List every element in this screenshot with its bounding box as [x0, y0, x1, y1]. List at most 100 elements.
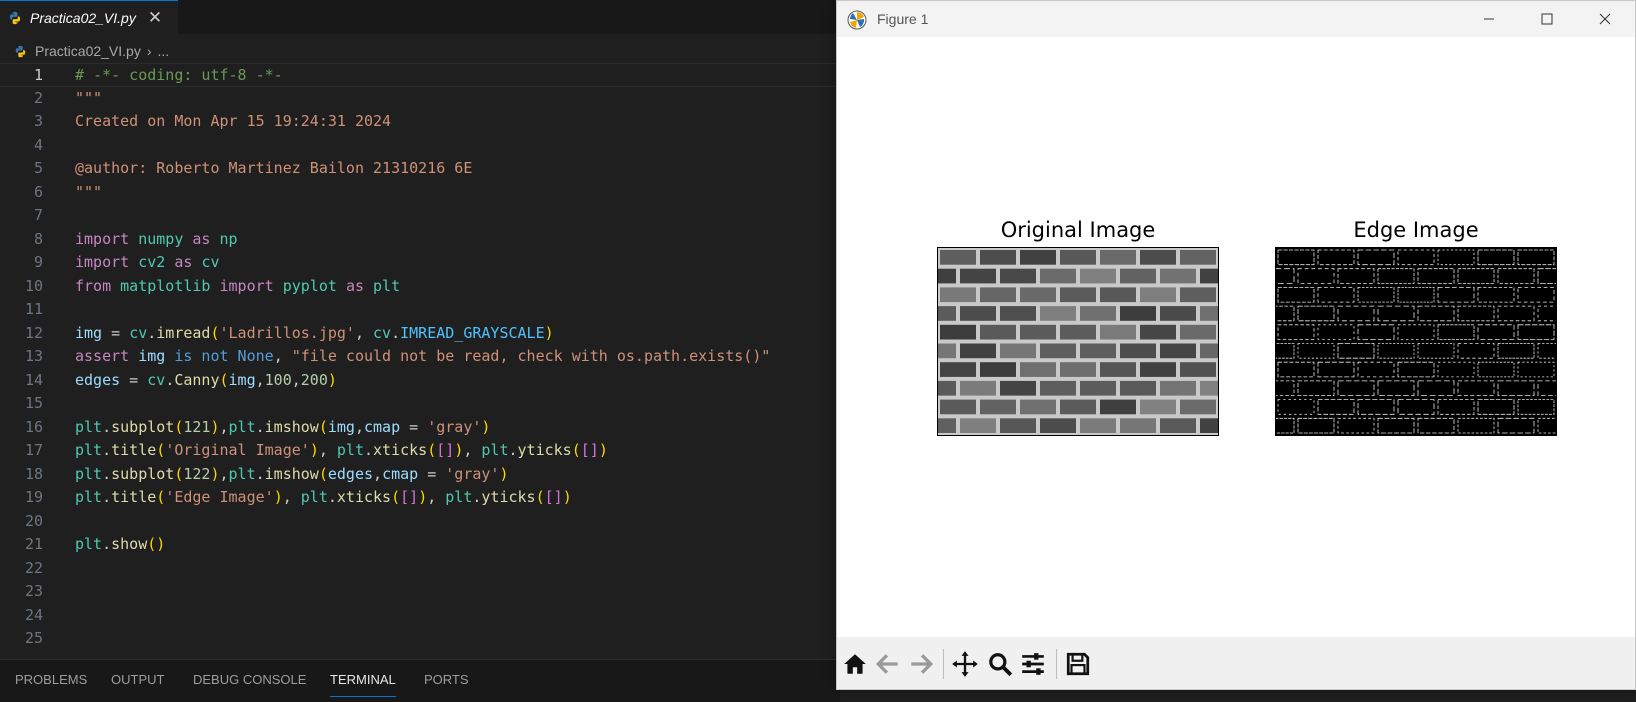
code-text: assert img is not None, "file could not … — [75, 347, 771, 365]
breadcrumb-file[interactable]: Practica02_VI.py — [35, 43, 141, 59]
configure-subplots-icon — [1022, 653, 1044, 675]
back-button[interactable] — [873, 649, 903, 679]
brick — [1120, 343, 1156, 359]
code-text: edges = cv.Canny(img,100,200) — [75, 370, 337, 389]
brick — [1040, 306, 1076, 321]
code-line: 23 — [0, 580, 840, 604]
line-number: 5 — [33, 159, 43, 177]
brick — [1080, 418, 1116, 433]
python-file-icon — [15, 45, 26, 57]
brick — [1020, 250, 1056, 265]
breadcrumb-more[interactable]: ... — [158, 43, 170, 59]
zoom-button[interactable] — [985, 649, 1015, 679]
pan-icon — [952, 651, 978, 677]
brick — [980, 324, 1016, 340]
tab-practica02[interactable]: Practica02_VI.py ✕ — [0, 0, 178, 34]
minimize-button[interactable] — [1460, 1, 1518, 37]
brick — [1200, 418, 1218, 433]
brick — [1160, 306, 1196, 321]
forward-button[interactable] — [906, 649, 936, 679]
line-number: 19 — [24, 488, 43, 506]
home-button[interactable] — [840, 649, 870, 679]
tab-debug-console[interactable]: DEBUG CONSOLE — [193, 672, 306, 687]
close-icon[interactable]: ✕ — [148, 8, 162, 28]
line-number: 2 — [33, 88, 43, 107]
brick — [1200, 380, 1218, 396]
zoom-icon — [989, 653, 1013, 677]
configure-subplots-button[interactable] — [1018, 649, 1048, 679]
figure-canvas[interactable]: Original Image Edge Image — [837, 37, 1635, 637]
brick — [1160, 418, 1196, 433]
figure-toolbar — [837, 637, 1635, 689]
line-number: 1 — [33, 66, 43, 84]
forward-arrow-icon — [911, 654, 934, 674]
tab-output[interactable]: OUTPUT — [111, 672, 164, 687]
brick — [1060, 324, 1096, 340]
tab-ports[interactable]: PORTS — [424, 672, 469, 687]
brick — [1140, 287, 1176, 303]
code-line: 2 """ — [0, 87, 840, 111]
code-line: 24 — [0, 604, 840, 628]
code-text: Created on Mon Apr 15 19:24:31 2024 — [75, 112, 392, 130]
code-line: 13 assert img is not None, "file could n… — [0, 345, 840, 369]
line-number: 18 — [24, 464, 43, 483]
subplot-title-original: Original Image — [1000, 218, 1156, 242]
brick — [1120, 268, 1156, 284]
code-text: plt.show() — [75, 535, 166, 553]
brick — [1120, 306, 1156, 321]
brick — [980, 287, 1016, 303]
tab-label: Practica02_VI.py — [30, 9, 136, 26]
code-line: 11 — [0, 298, 840, 322]
brick-wall-image — [938, 248, 1218, 435]
save-icon — [1066, 652, 1090, 676]
figure-title-bar[interactable]: Figure 1 — [837, 1, 1635, 37]
code-line: 18 plt.subplot(122),plt.imshow(edges,cma… — [0, 463, 840, 487]
pan-button[interactable] — [950, 649, 980, 679]
edge-image-axes[interactable] — [1275, 247, 1557, 436]
brick — [1100, 250, 1136, 265]
code-editor[interactable]: 1 # -*- coding: utf-8 -*- 2 """ 3 Create… — [0, 63, 840, 658]
line-number: 6 — [33, 182, 43, 201]
brick — [940, 399, 976, 415]
brick — [1060, 250, 1096, 265]
code-text: """ — [75, 182, 103, 201]
figure-window[interactable]: Figure 1 Original Image Edge Image — [836, 0, 1636, 690]
breadcrumb: Practica02_VI.py › ... — [0, 40, 840, 62]
code-line: 20 — [0, 510, 840, 534]
brick — [938, 380, 956, 396]
matplotlib-logo-icon — [847, 10, 867, 30]
code-line: 22 — [0, 557, 840, 581]
code-line: 9 import cv2 as cv — [0, 251, 840, 275]
minimize-icon — [1484, 18, 1494, 20]
code-line: 16 plt.subplot(121),plt.imshow(img,cmap … — [0, 416, 840, 440]
brick — [960, 418, 996, 433]
brick — [940, 250, 976, 265]
brick — [1160, 380, 1196, 396]
close-button[interactable] — [1576, 1, 1634, 37]
tab-problems[interactable]: PROBLEMS — [15, 672, 87, 687]
brick — [1060, 287, 1096, 303]
brick — [1000, 418, 1036, 433]
code-text: plt.title('Original Image'), plt.xticks(… — [75, 441, 608, 459]
tab-terminal[interactable]: TERMINAL — [330, 672, 396, 697]
original-image-axes[interactable] — [937, 247, 1219, 436]
maximize-button[interactable] — [1518, 1, 1576, 37]
save-button[interactable] — [1063, 649, 1093, 679]
brick — [1000, 343, 1036, 359]
line-number: 21 — [24, 535, 43, 553]
brick — [960, 380, 996, 396]
code-line: 3 Created on Mon Apr 15 19:24:31 2024 — [0, 110, 840, 134]
brick — [1100, 287, 1136, 303]
edge-detected-image — [1276, 248, 1556, 435]
brick — [960, 306, 996, 321]
code-line: 6 """ — [0, 181, 840, 205]
brick — [1140, 362, 1176, 377]
chevron-right-icon: › — [146, 43, 152, 59]
brick — [1160, 268, 1196, 284]
brick — [1080, 380, 1116, 396]
brick — [1020, 324, 1056, 340]
brick — [1180, 250, 1216, 265]
line-number: 8 — [33, 229, 43, 248]
brick — [1080, 306, 1116, 321]
brick — [1200, 343, 1218, 359]
